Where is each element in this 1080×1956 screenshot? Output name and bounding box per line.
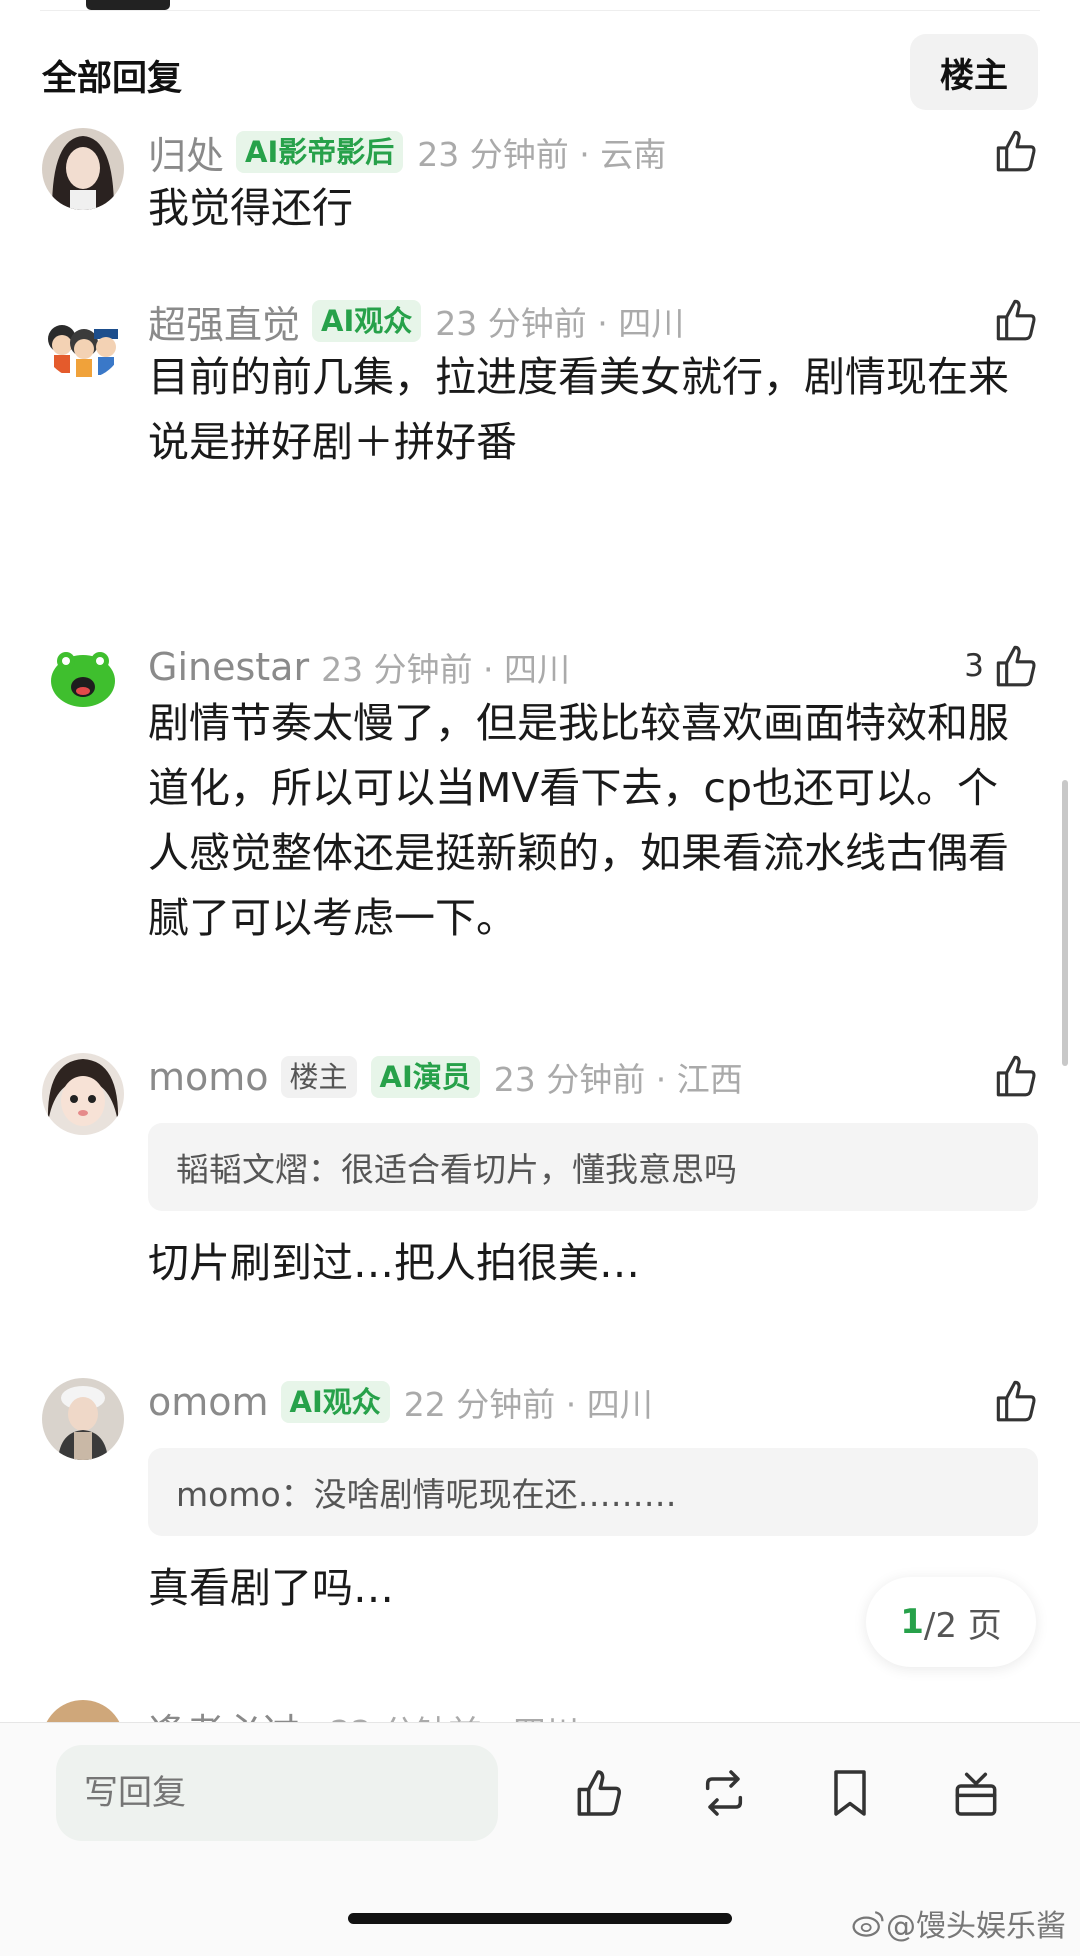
page-title: 全部回复 — [42, 59, 183, 99]
timestamp-location: 22 分钟前 · 四川 — [330, 1706, 579, 1722]
comment-text: 我觉得还行 — [148, 184, 353, 232]
username[interactable]: momo — [148, 1055, 269, 1099]
username[interactable]: Ginestar — [148, 645, 309, 689]
repost-icon — [705, 1770, 743, 1816]
comment-text: 切片刷到过…把人拍很美… — [148, 1239, 640, 1287]
gift-icon — [955, 1772, 997, 1816]
username[interactable]: 归处 — [148, 125, 224, 180]
avatar[interactable] — [42, 128, 124, 210]
author-badge: 楼主 — [280, 1056, 357, 1098]
weibo-logo-icon — [852, 1911, 884, 1937]
timestamp-location: 23 分钟前 · 四川 — [435, 304, 685, 343]
gift-button[interactable] — [944, 1761, 1008, 1825]
comment-meta: 归处 AI影帝影后 23 分钟前 · 云南 — [148, 128, 950, 178]
avatar[interactable] — [42, 1378, 124, 1460]
username[interactable]: omom — [148, 1380, 269, 1424]
thumbs-up-icon — [996, 1055, 1036, 1097]
quote-author: momo： — [176, 1475, 314, 1514]
scrollbar[interactable] — [1062, 780, 1068, 1066]
timestamp-location: 23 分钟前 · 四川 — [321, 650, 571, 689]
thumbs-up-icon — [996, 645, 1036, 687]
home-indicator[interactable] — [348, 1913, 732, 1924]
comment-meta: 超强直觉 AI观众 23 分钟前 · 四川 — [148, 297, 950, 347]
avatar[interactable] — [42, 1700, 124, 1722]
user-badge: AI观众 — [280, 1381, 390, 1423]
comment-meta: omom AI观众 22 分钟前 · 四川 — [148, 1378, 950, 1426]
like-button[interactable] — [984, 1376, 1040, 1426]
timestamp-location: 22 分钟前 · 四川 — [403, 1385, 653, 1424]
comment-text: 目前的前几集，拉进度看美女就行，剧情现在来说是拼好剧＋拼好番 — [148, 353, 1009, 466]
quote-text: 很适合看切片，懂我意思吗 — [341, 1150, 737, 1189]
page-total: /2 页 — [923, 1605, 1002, 1646]
user-badge: AI观众 — [312, 300, 422, 342]
replies-header: 全部回复 楼主 — [0, 34, 1080, 110]
username[interactable]: 逢者必过 — [148, 1702, 300, 1722]
quote-author: 韬韬文熠： — [176, 1150, 341, 1189]
comment-item-partial: 逢者必过 22 分钟前 · 四川 — [0, 1692, 1080, 1722]
user-badge: AI影帝影后 — [236, 131, 404, 173]
like-button[interactable] — [984, 126, 1040, 176]
like-button[interactable] — [984, 1051, 1040, 1101]
quote-text: 没啥剧情呢现在还……… — [313, 1475, 677, 1514]
like-button[interactable] — [984, 295, 1040, 345]
like-post-button[interactable] — [566, 1761, 630, 1825]
thumbs-up-icon — [577, 1770, 621, 1816]
thumbs-up-icon — [996, 299, 1036, 341]
avatar[interactable] — [42, 297, 124, 379]
comment-meta: momo 楼主 AI演员 23 分钟前 · 江西 — [148, 1053, 950, 1101]
like-button[interactable]: 3 — [964, 641, 1040, 691]
username[interactable]: 超强直觉 — [148, 294, 300, 349]
divider — [40, 10, 1040, 11]
comment-text: 剧情节奏太慢了，但是我比较喜欢画面特效和服道化，所以可以当MV看下去，cp也还可… — [148, 699, 1009, 942]
watermark: @馒头娱乐酱 — [850, 1901, 1066, 1945]
bookmark-icon — [834, 1770, 866, 1816]
timestamp-location: 23 分钟前 · 江西 — [493, 1060, 743, 1099]
page-current: 1 — [900, 1602, 924, 1642]
author-only-button[interactable]: 楼主 — [910, 34, 1038, 110]
bookmark-button[interactable] — [818, 1761, 882, 1825]
quoted-reply[interactable]: 韬韬文熠： 很适合看切片，懂我意思吗 — [148, 1123, 1038, 1211]
watermark-text: @馒头娱乐酱 — [886, 1909, 1066, 1944]
tab-indicator — [86, 0, 170, 10]
bottom-action-bar: @馒头娱乐酱 — [0, 1722, 1080, 1956]
repost-button[interactable] — [692, 1761, 756, 1825]
like-count: 3 — [964, 648, 984, 684]
page-indicator[interactable]: 1 /2 页 — [866, 1577, 1036, 1667]
reply-input[interactable] — [56, 1745, 498, 1841]
avatar[interactable] — [42, 643, 124, 725]
thumbs-up-icon — [996, 130, 1036, 172]
thumbs-up-icon — [996, 1380, 1036, 1422]
quoted-reply[interactable]: momo： 没啥剧情呢现在还……… — [148, 1448, 1038, 1536]
timestamp-location: 23 分钟前 · 云南 — [417, 135, 667, 174]
comment-meta: Ginestar 23 分钟前 · 四川 — [148, 643, 950, 691]
avatar[interactable] — [42, 1053, 124, 1135]
user-badge: AI演员 — [370, 1056, 480, 1098]
